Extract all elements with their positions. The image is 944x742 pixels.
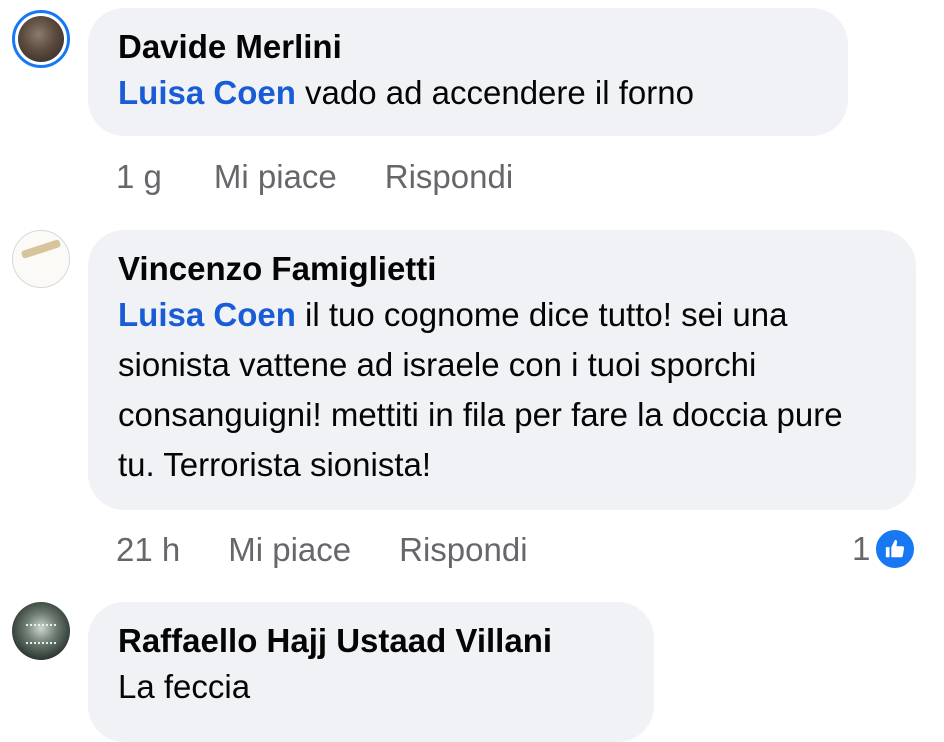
comment-body: La feccia [118,668,251,705]
user-avatar-icon [26,624,56,644]
comment-bubble: Raffaello Hajj Ustaad Villani La feccia [88,602,654,742]
avatar[interactable] [12,602,70,660]
comment-author[interactable]: Raffaello Hajj Ustaad Villani [118,620,624,662]
comment-item: Raffaello Hajj Ustaad Villani La feccia [0,0,944,742]
